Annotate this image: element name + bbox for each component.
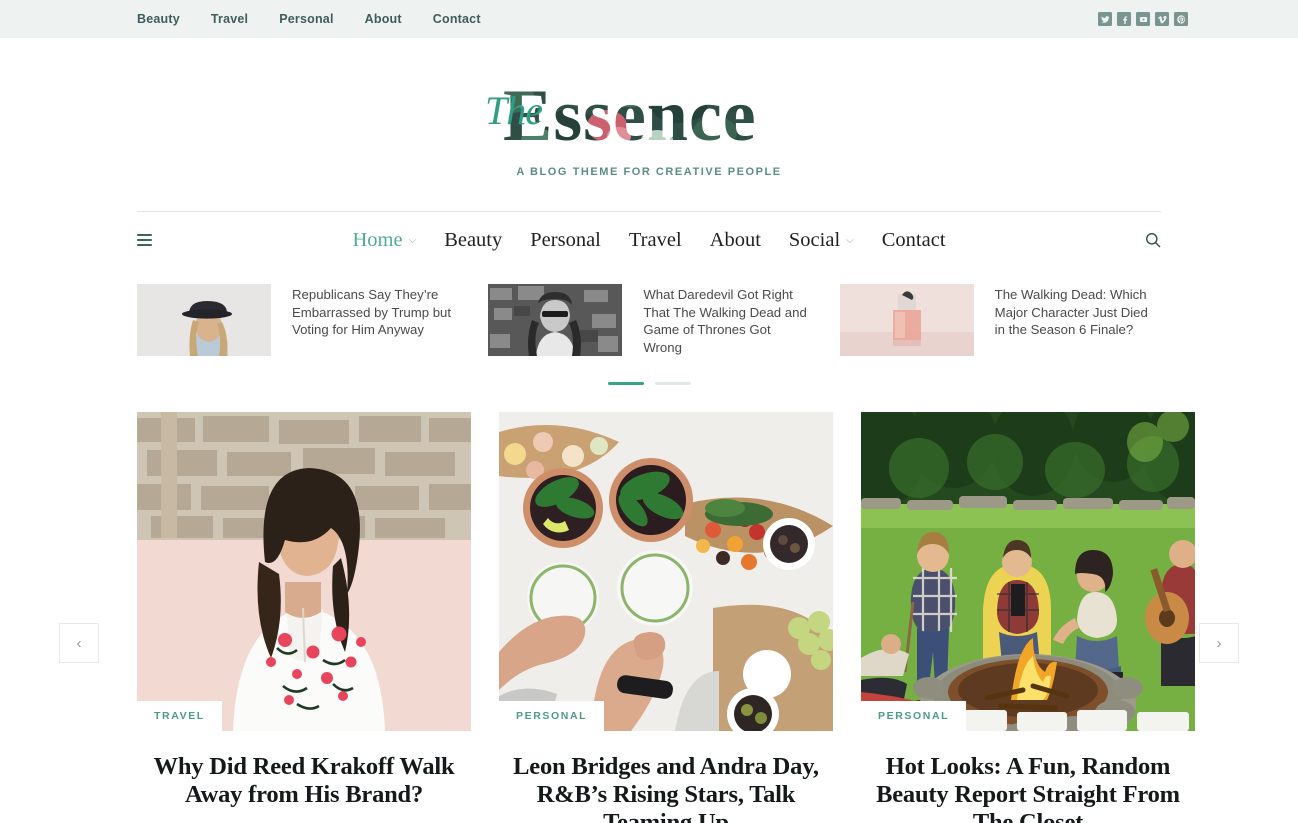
ticker-item[interactable]: Republicans Say They’re Embarrassed by T… [137,284,458,356]
nav-item-label: Home [352,228,403,251]
nav-item-social[interactable]: Social ⌵ [789,229,854,252]
ticker-title: Republicans Say They’re Embarrassed by T… [292,287,452,337]
search-icon[interactable] [1145,232,1161,248]
nav-item-label: Social [788,228,841,251]
post-card[interactable]: TRAVEL Why Did Reed Krakoff Walk Away fr… [137,412,471,823]
top-nav-item-4[interactable]: Contact [433,12,481,26]
main-nav: Home ⌵ Beauty Personal Travel About Soci… [137,212,1161,268]
nav-item-label: Beauty [444,228,503,251]
pinterest-icon[interactable] [1174,12,1188,26]
nav-item-label: Contact [881,228,946,251]
top-nav-item-1[interactable]: Travel [211,12,248,26]
nav-item-home[interactable]: Home ⌵ [352,229,416,252]
post-category[interactable]: PERSONAL [499,701,605,731]
hamburger-bar [137,238,152,242]
page-root: Beauty Travel Personal About Contact Ess… [0,0,1298,823]
nav-item-label: Personal [530,228,601,251]
pink-perfume-bottle-image [839,284,974,356]
carousel-prev-button[interactable]: ‹ [59,623,99,663]
post-title[interactable]: Leon Bridges and Andra Day, R&B’s Rising… [499,753,833,823]
ticker-thumbnail [488,284,623,356]
woman-in-black-hat-image [137,284,271,356]
chevron-down-icon: ⌵ [846,235,854,246]
cocktails-charcuterie-image [499,412,833,731]
post-card[interactable]: PERSONAL Leon Bridges and Andra Day, R&B… [499,412,833,823]
nav-item-travel[interactable]: Travel [629,229,682,252]
ticker-thumbnail [839,284,974,356]
pagination-dot[interactable] [654,382,691,385]
chevron-left-icon: ‹ [76,634,82,652]
nav-item-about[interactable]: About [710,229,761,252]
post-title[interactable]: Hot Looks: A Fun, Random Beauty Report S… [861,753,1195,823]
nav-item-label: Travel [628,228,682,251]
hamburger-bar [137,233,152,237]
site-logo[interactable]: Essence The [479,80,819,152]
youtube-icon[interactable] [1136,12,1150,26]
backyard-fire-pit-image [861,412,1195,731]
post-thumbnail[interactable]: PERSONAL [861,412,1195,731]
post-thumbnail[interactable]: PERSONAL [499,412,833,731]
ticker-item[interactable]: The Walking Dead: Which Major Character … [839,284,1161,356]
logo-artwork: Essence The [485,80,756,152]
ticker-item[interactable]: What Daredevil Got Right That The Walkin… [488,284,809,356]
woman-floral-blouse-image [137,412,471,731]
chevron-down-icon: ⌵ [408,235,417,246]
site-branding: Essence The A BLOG THEME FOR CREATIVE PE… [0,38,1298,178]
top-nav-item-2[interactable]: Personal [279,12,333,26]
top-bar: Beauty Travel Personal About Contact [0,0,1298,38]
post-thumbnail[interactable]: TRAVEL [137,412,471,731]
nav-item-personal[interactable]: Personal [530,229,601,252]
svg-text:The: The [485,88,542,133]
top-nav: Beauty Travel Personal About Contact [137,12,481,26]
twitter-icon[interactable] [1098,12,1112,26]
post-title[interactable]: Why Did Reed Krakoff Walk Away from His … [137,753,471,809]
post-category[interactable]: TRAVEL [137,701,222,731]
ticker-thumbnail [137,284,271,356]
post-category[interactable]: PERSONAL [861,701,967,731]
nav-item-label: About [709,228,761,251]
nav-item-contact[interactable]: Contact [882,229,946,252]
vimeo-icon[interactable] [1155,12,1169,26]
ticker-title: What Daredevil Got Right That The Walkin… [643,287,807,355]
top-nav-item-0[interactable]: Beauty [137,12,180,26]
facebook-icon[interactable] [1117,12,1131,26]
pagination-dot-active[interactable] [607,382,644,385]
social-links [1098,12,1188,26]
chevron-right-icon: › [1216,634,1222,652]
carousel-next-button[interactable]: › [1199,623,1239,663]
main-nav-links: Home ⌵ Beauty Personal Travel About Soci… [352,229,945,252]
site-tagline: A BLOG THEME FOR CREATIVE PEOPLE [516,166,782,178]
post-card[interactable]: PERSONAL Hot Looks: A Fun, Random Beauty… [861,412,1195,823]
ticker-pagination [0,382,1298,385]
post-grid: ‹ TRAVEL Why Did Reed Krakoff Walk Away … [59,412,1239,823]
featured-ticker: Republicans Say They’re Embarrassed by T… [137,284,1161,356]
bw-woman-sunglasses-image [488,284,623,356]
ticker-title: The Walking Dead: Which Major Character … [994,287,1148,337]
hamburger-bar [137,243,152,247]
top-nav-item-3[interactable]: About [365,12,402,26]
hamburger-icon[interactable] [137,233,152,247]
nav-item-beauty[interactable]: Beauty [444,229,502,252]
